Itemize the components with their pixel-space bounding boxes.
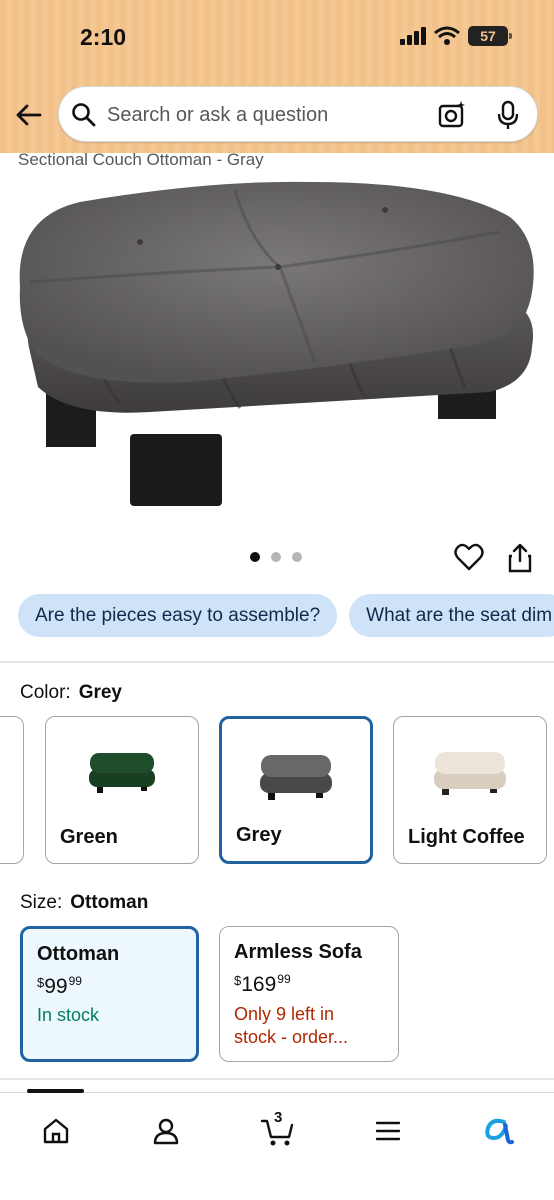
nav-menu[interactable]	[368, 1111, 408, 1151]
size-option-name: Armless Sofa	[234, 941, 362, 963]
app-header: 2:10 57 Search or ask a question	[0, 0, 554, 153]
size-option-ottoman[interactable]: Ottoman $9999 In stock	[20, 926, 199, 1062]
color-swatch-light-coffee[interactable]: Light Coffee	[393, 716, 547, 864]
wifi-icon	[434, 26, 460, 45]
microphone-icon[interactable]	[495, 100, 521, 130]
menu-icon	[375, 1121, 401, 1141]
status-icons: 57	[400, 26, 512, 46]
size-selected-value: Ottoman	[70, 892, 149, 913]
bottom-navigation: 3	[0, 1089, 554, 1200]
back-arrow-icon[interactable]	[14, 100, 44, 130]
product-image[interactable]	[10, 172, 544, 517]
question-chip[interactable]: Are the pieces easy to assemble?	[18, 594, 338, 637]
battery-icon: 57	[468, 26, 512, 46]
product-title: Sectional Couch Ottoman - Gray	[18, 150, 264, 169]
color-swatch-grey[interactable]: Grey	[219, 716, 373, 864]
nav-cart[interactable]: 3	[258, 1109, 298, 1151]
color-selected-value: Grey	[78, 682, 122, 703]
color-label: Color:	[20, 682, 71, 703]
swatch-thumbnail	[260, 755, 332, 800]
nav-account[interactable]	[146, 1111, 186, 1151]
home-icon	[43, 1118, 69, 1144]
size-label-row: Size: Ottoman	[20, 892, 148, 914]
question-chips: Are the pieces easy to assemble? What ar…	[18, 594, 554, 637]
rufus-icon	[485, 1118, 514, 1145]
user-icon	[153, 1118, 179, 1145]
carousel-dot[interactable]	[271, 552, 281, 562]
carousel-dot[interactable]	[292, 552, 302, 562]
signal-icon	[400, 27, 426, 45]
swatch-label: Light Coffee	[408, 826, 525, 848]
swatch-label: Green	[60, 826, 118, 848]
camera-search-icon[interactable]	[437, 100, 467, 130]
size-option-price: $16999	[234, 972, 291, 996]
section-divider	[0, 661, 554, 663]
size-option-armless-sofa[interactable]: Armless Sofa $16999 Only 9 left in stock…	[219, 926, 399, 1062]
color-label-row: Color: Grey	[20, 682, 122, 704]
search-input[interactable]: Search or ask a question	[58, 86, 538, 142]
color-swatch-partial[interactable]	[0, 716, 24, 864]
swatch-label: Grey	[236, 824, 282, 846]
search-icon	[72, 103, 96, 127]
size-label: Size:	[20, 892, 63, 913]
active-tab-indicator	[27, 1089, 84, 1093]
nav-rufus[interactable]	[478, 1111, 518, 1151]
image-carousel-dots[interactable]	[250, 552, 302, 562]
status-time: 2:10	[80, 24, 127, 50]
color-swatch-green[interactable]: Green	[45, 716, 199, 864]
swatch-thumbnail	[89, 753, 155, 793]
heart-icon[interactable]	[454, 543, 484, 571]
nav-home[interactable]	[36, 1111, 76, 1151]
question-chip[interactable]: What are the seat dim	[349, 594, 554, 637]
stock-status: In stock	[37, 1005, 100, 1025]
stock-status: Only 9 left in stock - order...	[234, 1004, 349, 1047]
carousel-dot[interactable]	[250, 552, 260, 562]
size-option-price: $9999	[37, 974, 82, 998]
cart-count-badge: 3	[274, 1109, 283, 1126]
share-icon[interactable]	[507, 543, 533, 573]
section-divider	[0, 1078, 554, 1080]
swatch-thumbnail	[434, 752, 506, 795]
search-placeholder: Search or ask a question	[107, 104, 329, 126]
size-option-name: Ottoman	[37, 943, 120, 965]
